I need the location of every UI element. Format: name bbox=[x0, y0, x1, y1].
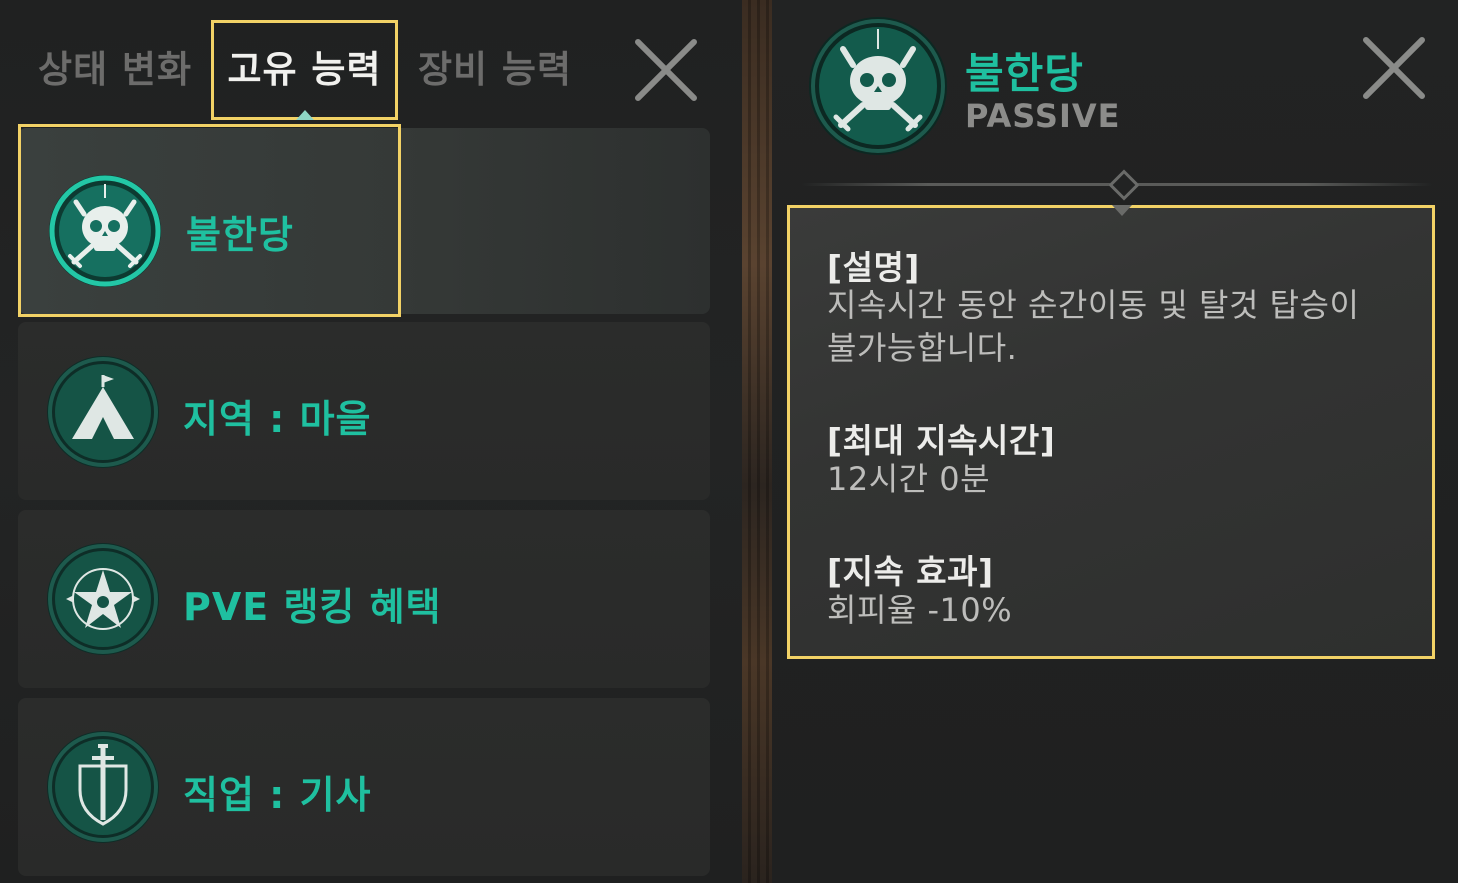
tent-icon bbox=[44, 353, 162, 471]
description-heading: [설명] bbox=[827, 248, 920, 287]
detail-type: PASSIVE bbox=[965, 97, 1121, 135]
active-tab-indicator bbox=[296, 110, 314, 120]
description-caret bbox=[1112, 205, 1132, 216]
list-item-label: PVE 랭킹 혜택 bbox=[183, 585, 442, 629]
effect-heading: [지속 효과] bbox=[827, 552, 994, 591]
close-icon[interactable] bbox=[632, 36, 700, 104]
ability-list-panel: 상태 변화 고유 능력 장비 능력 불한당 지역: 마을 PVE 랭킹 혜택 … bbox=[0, 0, 742, 883]
list-item-outlaw[interactable]: 불한당 bbox=[18, 128, 710, 314]
list-item-class-knight[interactable]: 직업 : 기사 bbox=[18, 698, 710, 876]
tab-unique-ability[interactable]: 고유 능력 bbox=[211, 20, 398, 120]
tab-status-change[interactable]: 상태 변화 bbox=[22, 20, 208, 120]
description-text-line1: 지속시간 동안 순간이동 및 탈것 탑승이 bbox=[827, 286, 1360, 324]
list-item-region-village[interactable]: 지역 : 마을 bbox=[18, 322, 710, 500]
description-box: [설명] 지속시간 동안 순간이동 및 탈것 탑승이 불가능합니다. [최대 지… bbox=[787, 205, 1435, 659]
close-icon[interactable] bbox=[1360, 34, 1428, 102]
list-item-pve-ranking[interactable]: PVE 랭킹 혜택 bbox=[18, 510, 710, 688]
ability-detail-panel: 불한당 PASSIVE [설명] 지속시간 동안 순간이동 및 탈것 탑승이 불… bbox=[772, 0, 1458, 883]
list-item-label: 직업 : 기사 bbox=[183, 773, 372, 817]
sword-shield-icon bbox=[44, 728, 162, 846]
effect-value: 회피율 -10% bbox=[827, 591, 1013, 629]
compass-star-icon bbox=[44, 540, 162, 658]
skull-swords-icon bbox=[46, 172, 164, 290]
description-text-line2: 불가능합니다. bbox=[827, 329, 1018, 367]
skull-swords-icon bbox=[807, 15, 949, 157]
divider-ornament bbox=[1108, 169, 1140, 201]
detail-title: 불한당 bbox=[965, 49, 1084, 98]
max-duration-heading: [최대 지속시간] bbox=[827, 421, 1056, 460]
list-item-label: 불한당 bbox=[186, 213, 294, 257]
tab-equipment-ability[interactable]: 장비 능력 bbox=[402, 20, 588, 120]
list-item-label: 지역 : 마을 bbox=[183, 397, 372, 441]
max-duration-value: 12시간 0분 bbox=[827, 460, 991, 498]
tab-bar: 상태 변화 고유 능력 장비 능력 bbox=[0, 0, 742, 122]
